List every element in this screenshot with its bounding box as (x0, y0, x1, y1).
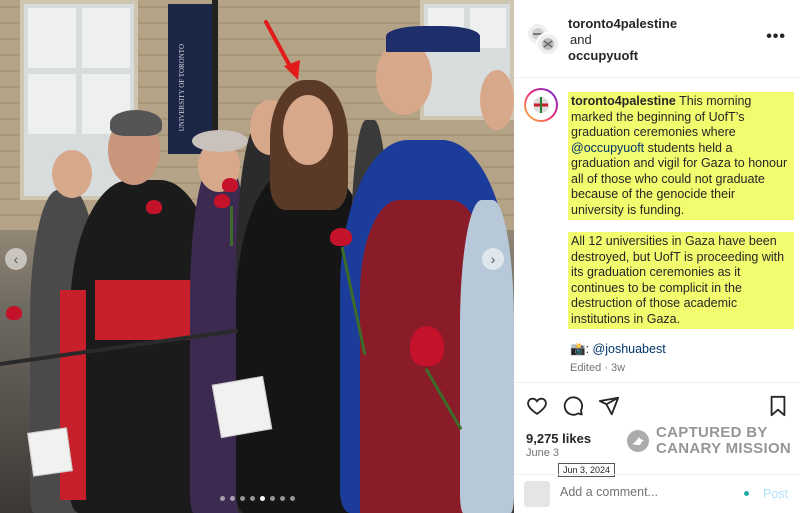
collab-avatars[interactable] (526, 22, 560, 56)
paper-program (27, 427, 73, 477)
red-rose (410, 326, 444, 366)
comment-icon[interactable] (562, 395, 584, 417)
person-head (52, 150, 92, 198)
current-user-avatar (524, 481, 550, 507)
paper-program (211, 375, 273, 439)
credit-separator: : (585, 342, 593, 356)
post-details-panel: toronto4palestine and occupyuoft ••• tor… (514, 0, 800, 513)
post-authors: toronto4palestine and occupyuoft (568, 16, 677, 64)
red-rose (222, 178, 238, 192)
status-dot (744, 491, 749, 496)
action-bar (526, 395, 620, 417)
caption-avatar[interactable] (524, 88, 558, 122)
red-rose (146, 200, 162, 214)
like-heart-icon[interactable] (526, 395, 548, 417)
author-username[interactable]: occupyuoft (568, 48, 677, 64)
likes-count[interactable]: 9,275 likes (526, 431, 591, 446)
caption-paragraph-1: toronto4palestine This morning marked th… (568, 92, 794, 220)
post-comment-button[interactable]: Post (763, 487, 788, 501)
post-date[interactable]: June 3 (526, 447, 559, 459)
more-icon: ••• (766, 28, 786, 45)
person-hair (110, 110, 162, 136)
avatar[interactable] (536, 32, 560, 56)
banner-text: UNIVERSITY OF TORONTO (178, 44, 186, 132)
carousel-indicator (220, 496, 295, 501)
red-rose (6, 306, 22, 320)
edited-timestamp: Edited · 3w (570, 362, 626, 374)
share-icon[interactable] (598, 395, 620, 417)
author-joiner: and (570, 32, 592, 47)
carousel-dot (270, 496, 275, 501)
chevron-right-icon: › (490, 251, 496, 267)
carousel-dot (230, 496, 235, 501)
mention-link[interactable]: @occupyuoft (571, 141, 644, 155)
comment-input[interactable] (560, 485, 730, 499)
credit-mention-link[interactable]: @joshuabest (593, 342, 666, 356)
caption-paragraph-2: All 12 universities in Gaza have been de… (568, 232, 794, 329)
watermark-line-1: CAPTURED BY (656, 424, 768, 441)
carousel-prev-button[interactable]: ‹ (5, 248, 27, 270)
photo-credit: 📸: @joshuabest (570, 342, 666, 357)
red-rose (214, 194, 230, 208)
bookmark-icon[interactable] (768, 395, 788, 417)
graduation-cap (386, 26, 480, 52)
carousel-next-button[interactable]: › (482, 248, 504, 270)
chevron-left-icon: ‹ (13, 251, 19, 267)
person-hat (192, 130, 248, 152)
add-comment-bar: Post (514, 474, 800, 513)
person-head (283, 95, 333, 165)
carousel-dot (220, 496, 225, 501)
carousel-dot (240, 496, 245, 501)
caption-username[interactable]: toronto4palestine (571, 94, 676, 108)
canary-bird-icon (627, 430, 649, 452)
carousel-dot (290, 496, 295, 501)
carousel-dot (250, 496, 255, 501)
camera-icon: 📸 (570, 342, 586, 356)
author-username[interactable]: toronto4palestine (568, 16, 677, 32)
more-options-button[interactable]: ••• (766, 28, 786, 46)
post-photo[interactable]: UNIVERSITY OF TORONTO ‹ › (0, 0, 514, 513)
profile-logo-icon (533, 97, 549, 113)
watermark-line-2: CANARY MISSION (656, 440, 792, 457)
red-arrow-icon (264, 20, 300, 80)
post-caption: toronto4palestine This morning marked th… (568, 92, 794, 329)
carousel-dot (280, 496, 285, 501)
canary-mission-watermark: CAPTURED BY CANARY MISSION (626, 425, 791, 457)
carousel-dot (260, 496, 265, 501)
post-header: toronto4palestine and occupyuoft ••• (514, 0, 800, 78)
person-head (480, 70, 514, 130)
red-rose (330, 228, 352, 246)
person-light-blue (460, 200, 514, 513)
